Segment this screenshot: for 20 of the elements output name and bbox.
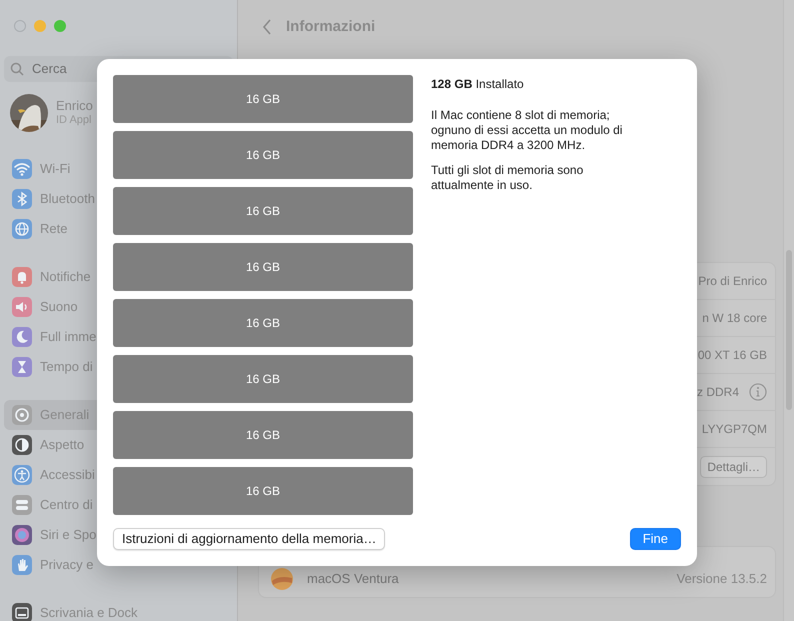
- window-title: Informazioni: [286, 16, 376, 37]
- memory-slot: 16 GB: [113, 131, 413, 179]
- memory-description: Il Mac contiene 8 slot di memoria; ognuno di essi accetta un modulo di memoria DDR4 a 3200 MHz.: [431, 108, 624, 153]
- os-version: Versione 13.5.2: [676, 570, 767, 588]
- memory-slot: 16 GB: [113, 75, 413, 123]
- detail-value: LYYGP7QM: [702, 421, 767, 438]
- os-name: macOS Ventura: [307, 570, 399, 588]
- memory-slot: 16 GB: [113, 467, 413, 515]
- account-name: Enrico: [56, 99, 93, 114]
- installed-memory: 128 GB Installato: [431, 77, 525, 92]
- memory-description: Tutti gli slot di memoria sono attualmente in uso.: [431, 163, 584, 193]
- memory-slot: 16 GB: [113, 299, 413, 347]
- detail-value: z DDR4: [696, 384, 739, 401]
- detail-value: n W 18 core: [702, 310, 767, 327]
- memory-slot: 16 GB: [113, 355, 413, 403]
- memory-slot: 16 GB: [113, 411, 413, 459]
- detail-value: 00 XT 16 GB: [698, 347, 767, 364]
- memory-slot: 16 GB: [113, 187, 413, 235]
- memory-slot: 16 GB: [113, 243, 413, 291]
- detail-value: Pro di Enrico: [698, 273, 767, 290]
